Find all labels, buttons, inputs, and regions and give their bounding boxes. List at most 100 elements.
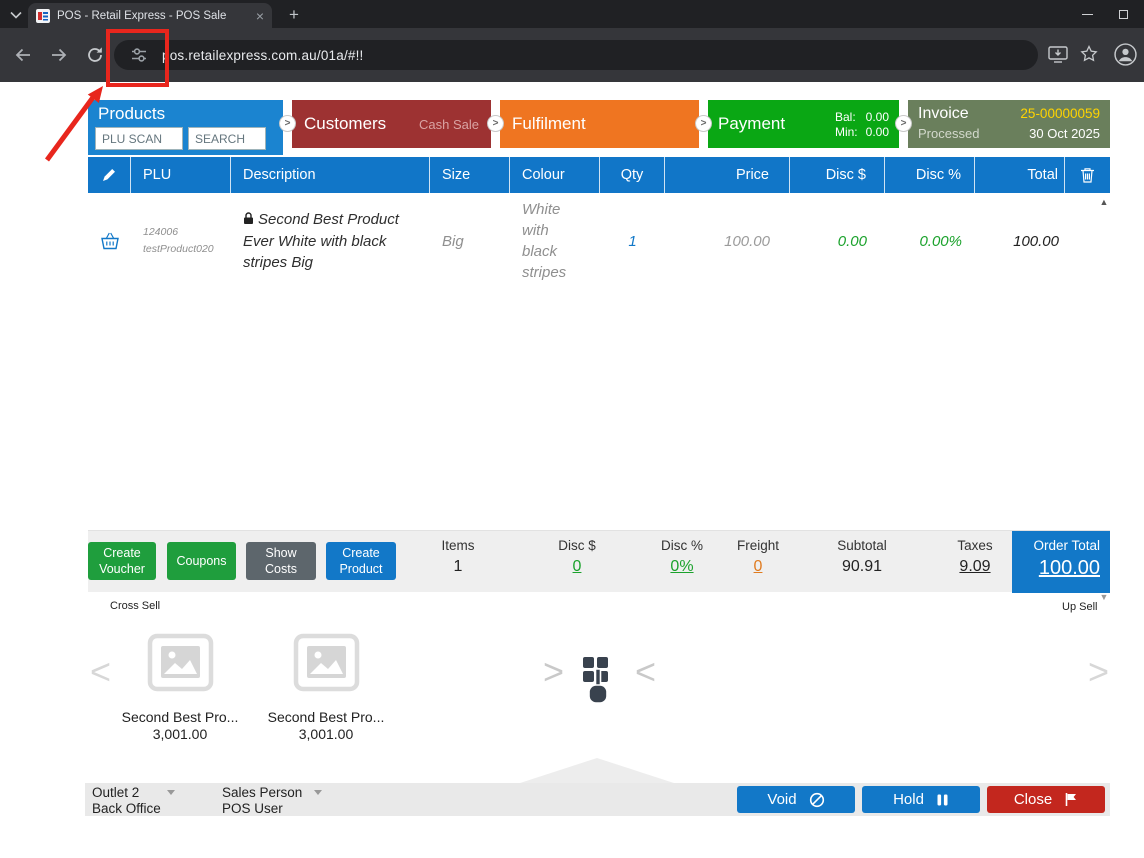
- row-qty[interactable]: 1: [600, 193, 665, 289]
- step-separator-icon: >: [895, 115, 912, 132]
- disc-percent-value[interactable]: 0%: [661, 558, 703, 576]
- step-invoice[interactable]: Invoice 25-00000059 Processed 30 Oct 202…: [908, 100, 1110, 148]
- forward-button[interactable]: [42, 38, 76, 72]
- row-basket-button[interactable]: [88, 193, 131, 289]
- cross-sell-item[interactable]: [147, 633, 214, 692]
- image-placeholder-icon: [147, 633, 214, 692]
- freight-value[interactable]: 0: [737, 558, 779, 576]
- column-header-total: Total: [975, 157, 1065, 193]
- row-total: 100.00: [1013, 232, 1059, 250]
- create-voucher-button[interactable]: Create Voucher: [88, 542, 156, 580]
- minimize-button[interactable]: [1070, 0, 1104, 28]
- invoice-date: 30 Oct 2025: [1029, 126, 1100, 141]
- star-icon: [1080, 44, 1098, 62]
- hold-button[interactable]: Hold: [862, 786, 980, 813]
- disc-dollar-stat: Disc $ 0: [558, 538, 596, 576]
- invoice-status: Processed: [918, 126, 980, 141]
- plu-code: 124006: [143, 225, 179, 238]
- back-icon: [15, 48, 30, 62]
- favicon-icon: [36, 8, 50, 23]
- minimize-icon: [1081, 13, 1093, 15]
- image-placeholder-icon: [293, 633, 360, 692]
- salesperson-selector[interactable]: Sales Person POS User: [222, 785, 323, 816]
- invoice-number: 25-00000059: [1020, 106, 1100, 121]
- cross-sell-item[interactable]: [293, 633, 360, 692]
- close-label: Close: [1013, 791, 1053, 808]
- order-total-value[interactable]: 100.00: [1022, 557, 1100, 580]
- void-button[interactable]: Void: [737, 786, 855, 813]
- disc-dollar-label: Disc $: [558, 538, 596, 553]
- freight-stat: Freight 0: [737, 538, 779, 576]
- url-text[interactable]: pos.retailexpress.com.au/01a/#!!: [162, 48, 364, 63]
- step-payment-title: Payment: [718, 114, 786, 133]
- step-products[interactable]: Products: [88, 100, 283, 155]
- scroll-down-icon[interactable]: ▼: [1100, 592, 1109, 602]
- install-app-button[interactable]: [1048, 45, 1068, 69]
- disc-percent-label: Disc %: [660, 538, 704, 553]
- taxes-value[interactable]: 9.09: [957, 558, 992, 576]
- row-disc-dollar[interactable]: 0.00: [790, 193, 885, 289]
- step-invoice-title: Invoice: [918, 105, 969, 122]
- cross-sell-item-price: 3,001.00: [152, 726, 208, 742]
- footer-bar: Outlet 2 Back Office Sales Person POS Us…: [85, 783, 1110, 816]
- step-fulfilment[interactable]: Fulfilment: [500, 100, 699, 148]
- step-separator-icon: >: [487, 115, 504, 132]
- maximize-button[interactable]: [1106, 0, 1140, 28]
- balance-value: 0.00: [865, 109, 889, 124]
- tab-search-button[interactable]: [7, 6, 25, 23]
- column-header-plu: PLU: [131, 157, 231, 193]
- bookmark-button[interactable]: [1080, 44, 1098, 68]
- coupons-button[interactable]: Coupons: [167, 542, 236, 580]
- table-row[interactable]: 124006 testProduct020 Second Best Produc…: [88, 193, 1110, 289]
- annotation-arrow: [44, 86, 103, 162]
- browser-tab[interactable]: POS - Retail Express - POS Sale ×: [28, 3, 272, 28]
- step-customers-title: Customers: [304, 114, 387, 133]
- disc-dollar-value[interactable]: 0: [558, 558, 596, 576]
- drag-hand-icon: [578, 657, 618, 716]
- search-input[interactable]: [188, 127, 266, 150]
- order-total-panel[interactable]: Order Total 100.00: [1012, 531, 1110, 593]
- cross-sell-item-name: Second Best Pro...: [121, 709, 239, 725]
- minimum-value: 0.00: [865, 124, 889, 139]
- row-price[interactable]: 100.00: [665, 193, 790, 289]
- profile-button[interactable]: [1114, 43, 1137, 71]
- close-sale-button[interactable]: Close: [987, 786, 1105, 813]
- hold-label: Hold: [893, 791, 924, 808]
- cross-sell-prev-icon[interactable]: <: [90, 654, 111, 690]
- step-customers[interactable]: Customers Cash Sale: [292, 100, 491, 148]
- subtotal-stat: Subtotal 90.91: [837, 538, 887, 576]
- scroll-up-icon[interactable]: ▲: [1100, 197, 1109, 207]
- column-header-qty: Qty: [600, 157, 665, 193]
- cross-sell-next-icon[interactable]: >: [543, 654, 564, 690]
- back-button[interactable]: [6, 38, 40, 72]
- address-bar[interactable]: pos.retailexpress.com.au/01a/#!!: [114, 40, 1038, 70]
- void-icon: [809, 792, 824, 807]
- tab-close-icon[interactable]: ×: [256, 9, 264, 23]
- summary-bar: Create Voucher Coupons Show Costs Create…: [88, 530, 1110, 593]
- show-costs-button[interactable]: Show Costs: [246, 542, 316, 580]
- salesperson-value: POS User: [222, 801, 283, 816]
- column-header-description: Description: [231, 157, 430, 193]
- basket-icon: [100, 232, 119, 250]
- pause-icon: [937, 794, 948, 805]
- forward-icon: [52, 48, 67, 62]
- column-header-colour: Colour: [510, 157, 600, 193]
- create-product-button[interactable]: Create Product: [326, 542, 396, 580]
- row-disc-percent[interactable]: 0.00%: [885, 193, 975, 289]
- subtotal-value: 90.91: [841, 558, 883, 575]
- minimum-label: Min:: [834, 124, 858, 139]
- browser-titlebar: POS - Retail Express - POS Sale × +: [0, 0, 1144, 28]
- profile-icon: [1114, 43, 1137, 66]
- lock-icon: [243, 210, 254, 231]
- step-payment[interactable]: Payment Bal: 0.00 Min: 0.00: [708, 100, 899, 148]
- up-sell-prev-icon[interactable]: <: [635, 654, 656, 690]
- new-tab-button[interactable]: +: [282, 3, 306, 27]
- balance-label: Bal:: [834, 109, 856, 124]
- up-sell-label: Up Sell: [1062, 601, 1098, 613]
- clear-cart-button[interactable]: [1065, 157, 1110, 193]
- outlet-selector[interactable]: Outlet 2 Back Office: [92, 785, 176, 816]
- description-text: Second Best Product Ever White with blac…: [243, 211, 399, 271]
- flag-icon: [1065, 793, 1077, 806]
- order-total-label: Order Total: [1033, 538, 1100, 553]
- up-sell-next-icon[interactable]: >: [1088, 654, 1109, 690]
